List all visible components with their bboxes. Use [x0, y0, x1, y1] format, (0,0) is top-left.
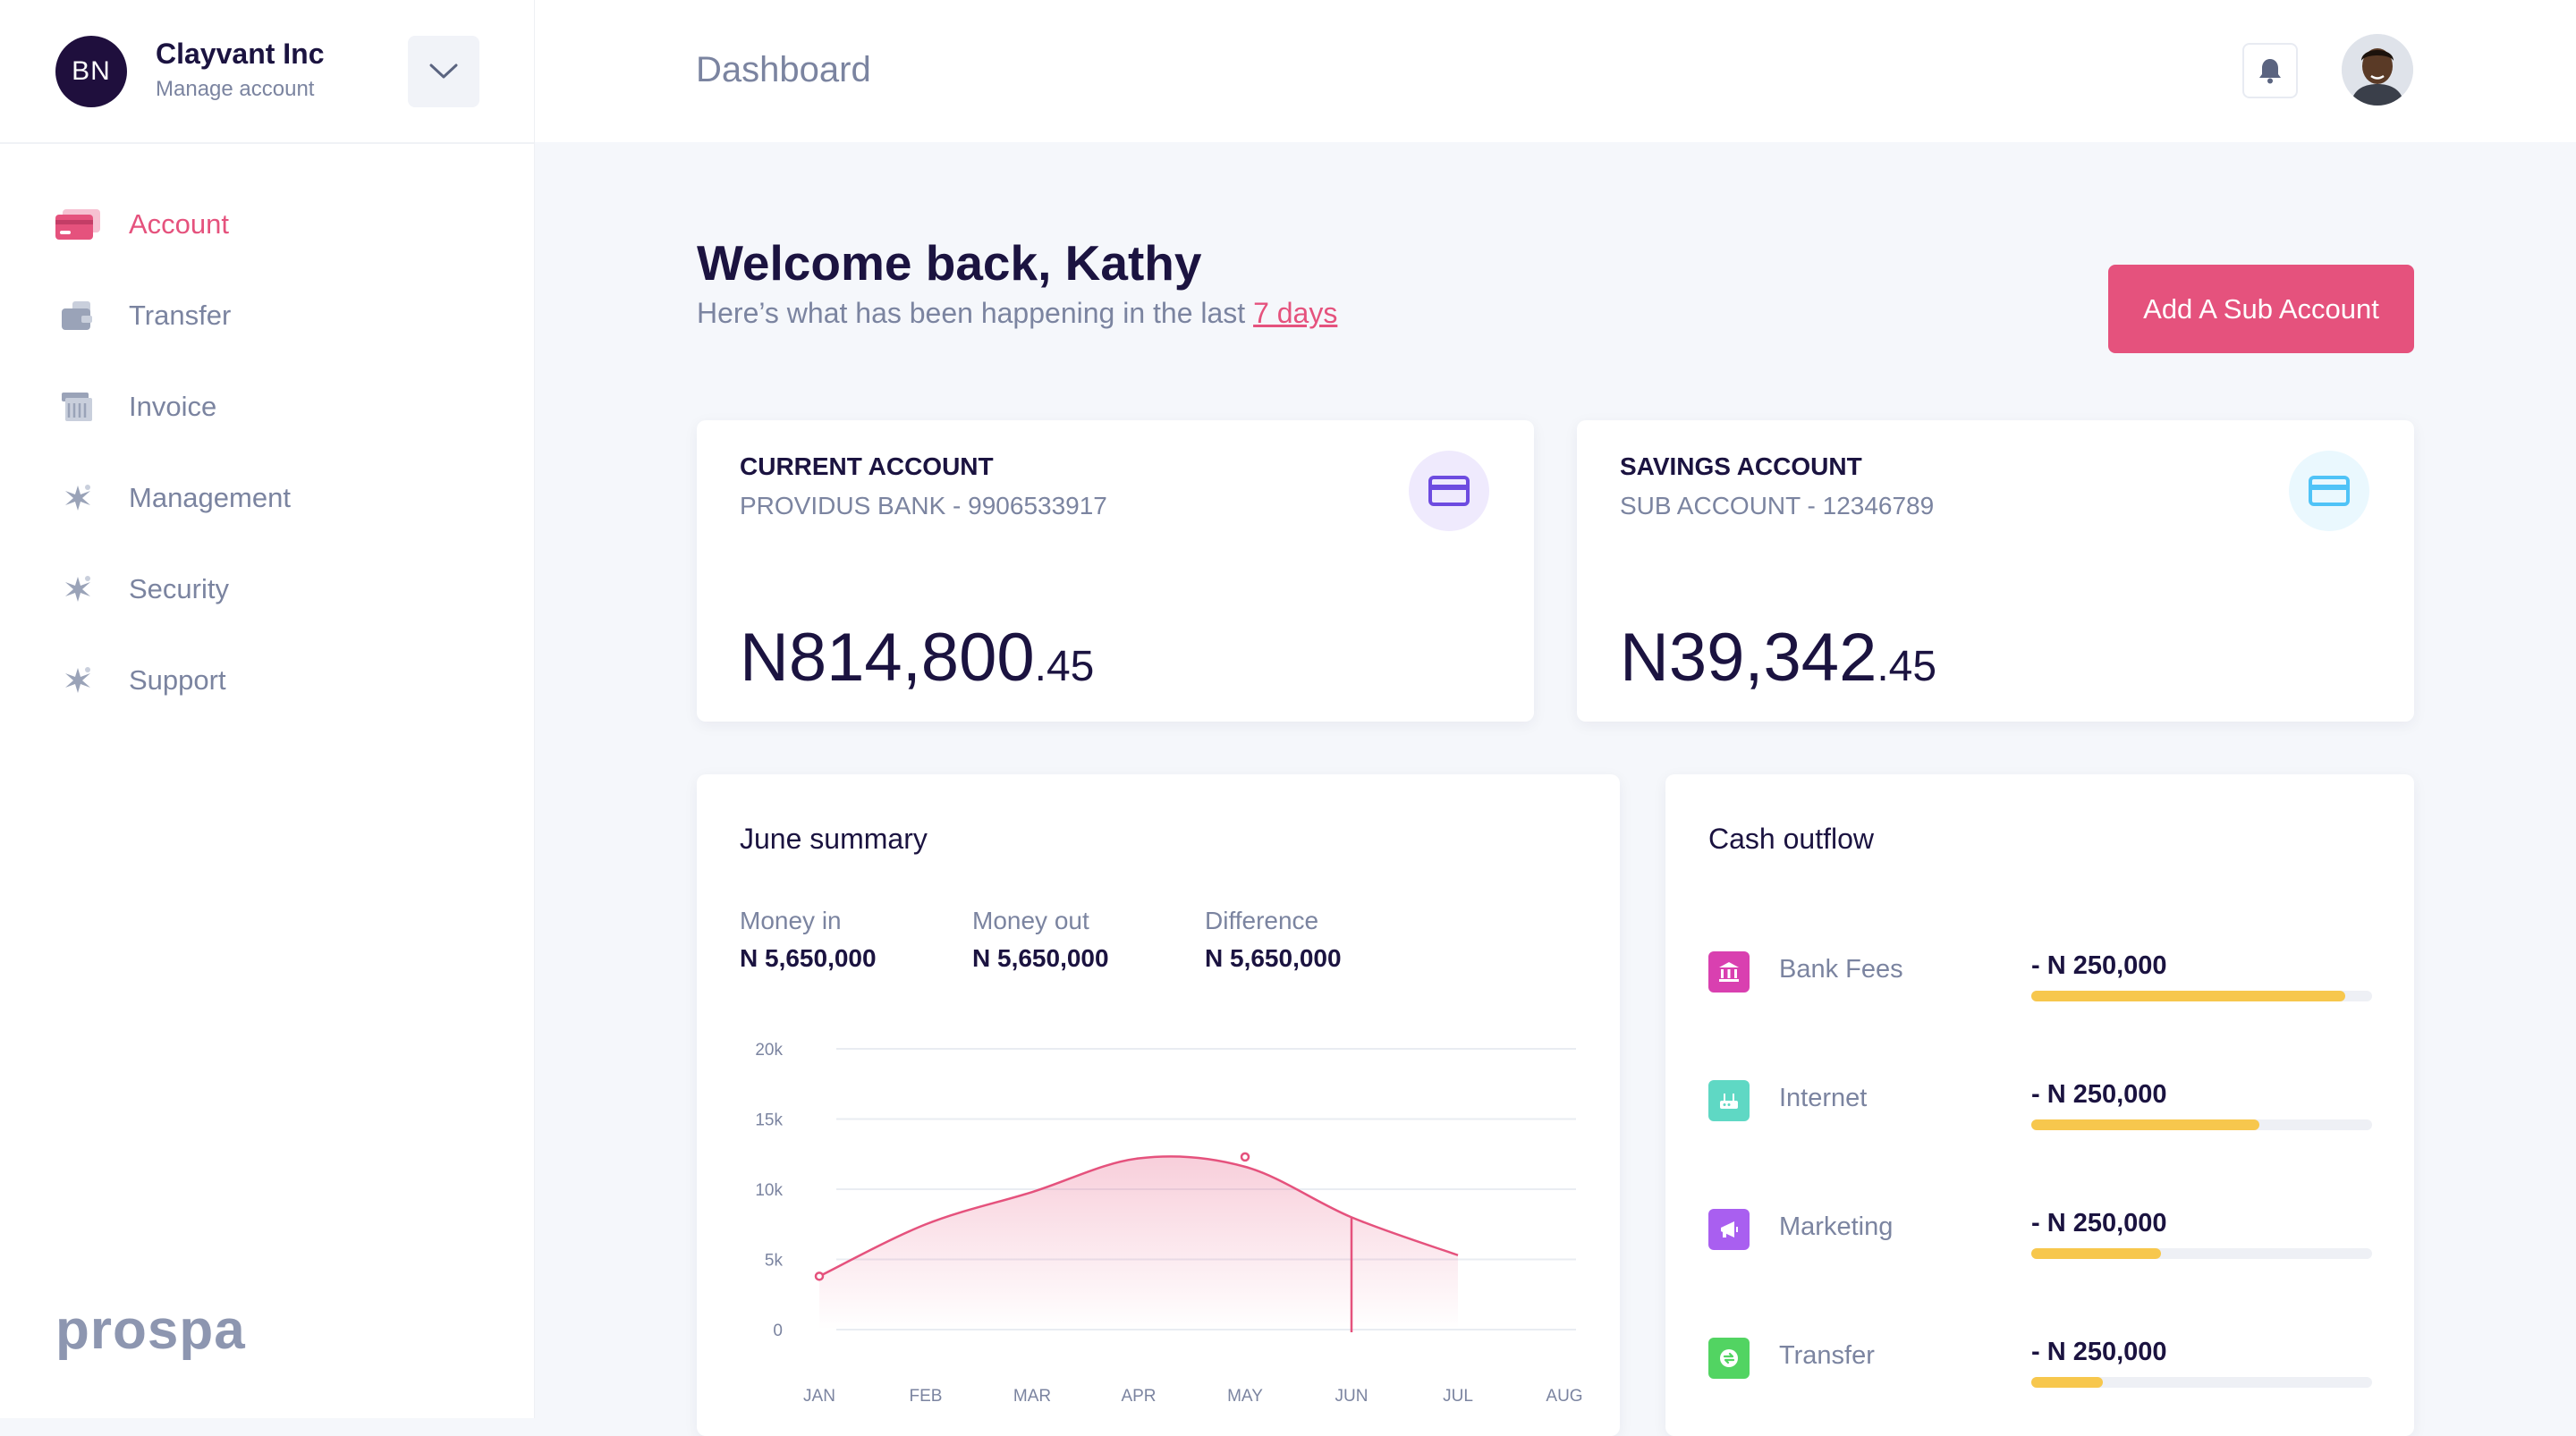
transfer-icon [1708, 1338, 1750, 1379]
chart-y-tick-label: 20k [755, 1041, 783, 1060]
card-icon [2289, 451, 2369, 531]
sidebar-item-label: Management [129, 482, 291, 513]
outflow-progress-fill [2031, 1119, 2260, 1130]
top-header: Dashboard [535, 0, 2576, 142]
chart-point [814, 1271, 825, 1281]
chart-x-tick-label: JAN [803, 1387, 835, 1406]
outflow-progress-track [2031, 991, 2372, 1001]
balance-main: N814,800 [740, 620, 1035, 696]
org-avatar: BN [55, 36, 127, 107]
sidebar-item-security[interactable]: Security [0, 544, 534, 635]
bank-icon [1708, 951, 1750, 993]
notifications-button[interactable] [2242, 43, 2298, 98]
chevron-down-icon [429, 63, 458, 79]
chart-area-fill [819, 1156, 1458, 1330]
add-sub-account-button[interactable]: Add A Sub Account [2108, 265, 2414, 353]
account-subtitle: SUB ACCOUNT - 12346789 [1620, 492, 1935, 519]
cash-outflow-card: Cash outflow Bank Fees - N 250,000 Inter… [1665, 774, 2414, 1436]
outflow-item-internet[interactable]: Internet - N 250,000 [1708, 1073, 2375, 1130]
chart-x-tick-label: JUL [1443, 1387, 1473, 1406]
chart-x-tick-label: MAY [1227, 1387, 1263, 1406]
chart-x-tick-label: FEB [910, 1387, 943, 1406]
outflow-label: Bank Fees [1779, 955, 1903, 984]
summary-chart: 20k 15k 10k 5k 0 JAN FEB MAR APR MAY JUN JUL AUG [755, 1041, 1582, 1406]
card-icon [55, 207, 100, 242]
chart-y-tick-label: 0 [773, 1322, 783, 1340]
page-title: Dashboard [696, 50, 871, 89]
sidebar-item-label: Transfer [129, 300, 232, 331]
sidebar-item-label: Support [129, 664, 226, 696]
org-name: Clayvant Inc [156, 38, 325, 70]
outflow-label: Internet [1779, 1084, 1868, 1112]
outflow-title: Cash outflow [1708, 823, 1874, 855]
org-dropdown-button[interactable] [408, 36, 479, 107]
chart-y-tick-label: 10k [755, 1181, 783, 1200]
account-balance: N814,800.45 [740, 619, 1094, 697]
user-avatar[interactable] [2342, 34, 2413, 106]
sidebar-item-label: Invoice [129, 391, 217, 422]
spark-icon [55, 571, 100, 607]
account-title: CURRENT ACCOUNT [740, 452, 994, 480]
balance-main: N39,342 [1620, 620, 1877, 696]
current-account-card[interactable]: CURRENT ACCOUNT PROVIDUS BANK - 99065339… [697, 420, 1534, 722]
welcome-heading: Welcome back, Kathy [697, 235, 1202, 291]
outflow-progress-fill [2031, 1377, 2103, 1388]
account-subtitle: PROVIDUS BANK - 9906533917 [740, 492, 1107, 519]
chart-y-tick-label: 15k [755, 1111, 783, 1130]
outflow-progress-track [2031, 1119, 2372, 1130]
account-title: SAVINGS ACCOUNT [1620, 452, 1862, 480]
sidebar-nav: Account Transfer Invoice Management Secu… [0, 179, 534, 726]
outflow-progress-track [2031, 1248, 2372, 1259]
spark-icon [55, 480, 100, 516]
org-switcher[interactable]: BN Clayvant Inc Manage account [0, 0, 534, 144]
outflow-amount: - N 250,000 [2031, 1209, 2167, 1237]
period-link[interactable]: 7 days [1253, 297, 1337, 329]
outflow-amount: - N 250,000 [2031, 951, 2167, 980]
outflow-progress-track [2031, 1377, 2372, 1388]
sidebar-item-label: Security [129, 573, 229, 604]
invoice-icon [55, 389, 100, 425]
savings-account-card[interactable]: SAVINGS ACCOUNT SUB ACCOUNT - 12346789 N… [1577, 420, 2414, 722]
sidebar-item-account[interactable]: Account [0, 179, 534, 270]
chart-x-tick-label: AUG [1546, 1387, 1582, 1406]
sidebar-item-invoice[interactable]: Invoice [0, 361, 534, 452]
sidebar: BN Clayvant Inc Manage account Account T… [0, 0, 535, 1418]
wallet-icon [55, 298, 100, 334]
outflow-progress-fill [2031, 1248, 2161, 1259]
megaphone-icon [1708, 1209, 1750, 1250]
chart-x-tick-label: MAR [1013, 1387, 1051, 1406]
balance-decimals: .45 [1034, 643, 1095, 690]
outflow-label: Marketing [1779, 1212, 1894, 1241]
welcome-subtitle-text: Here’s what has been happening in the la… [697, 297, 1246, 329]
outflow-item-marketing[interactable]: Marketing - N 250,000 [1708, 1202, 2375, 1259]
outflow-label: Transfer [1779, 1341, 1875, 1370]
summary-card: June summary Money in N 5,650,000 Money … [697, 774, 1620, 1436]
chart-point [1240, 1152, 1250, 1162]
outflow-item-bank-fees[interactable]: Bank Fees - N 250,000 [1708, 944, 2375, 1001]
outflow-amount: - N 250,000 [2031, 1338, 2167, 1366]
manage-account-link[interactable]: Manage account [156, 77, 314, 102]
router-icon [1708, 1080, 1750, 1121]
bell-icon [2259, 59, 2281, 84]
balance-decimals: .45 [1877, 643, 1937, 690]
spark-icon [55, 663, 100, 698]
chart-y-tick-label: 5k [765, 1252, 784, 1271]
sidebar-item-label: Account [129, 208, 230, 240]
sidebar-item-support[interactable]: Support [0, 635, 534, 726]
outflow-item-transfer[interactable]: Transfer - N 250,000 [1708, 1330, 2375, 1388]
card-icon [1409, 451, 1489, 531]
brand-logo: prospa [55, 1299, 246, 1361]
outflow-progress-fill [2031, 991, 2345, 1001]
outflow-amount: - N 250,000 [2031, 1080, 2167, 1109]
sidebar-item-transfer[interactable]: Transfer [0, 270, 534, 361]
chart-x-tick-label: JUN [1335, 1387, 1368, 1406]
sidebar-item-management[interactable]: Management [0, 452, 534, 544]
chart-x-tick-label: APR [1121, 1387, 1156, 1406]
welcome-subtitle: Here’s what has been happening in the la… [697, 297, 1337, 330]
account-balance: N39,342.45 [1620, 619, 1936, 697]
